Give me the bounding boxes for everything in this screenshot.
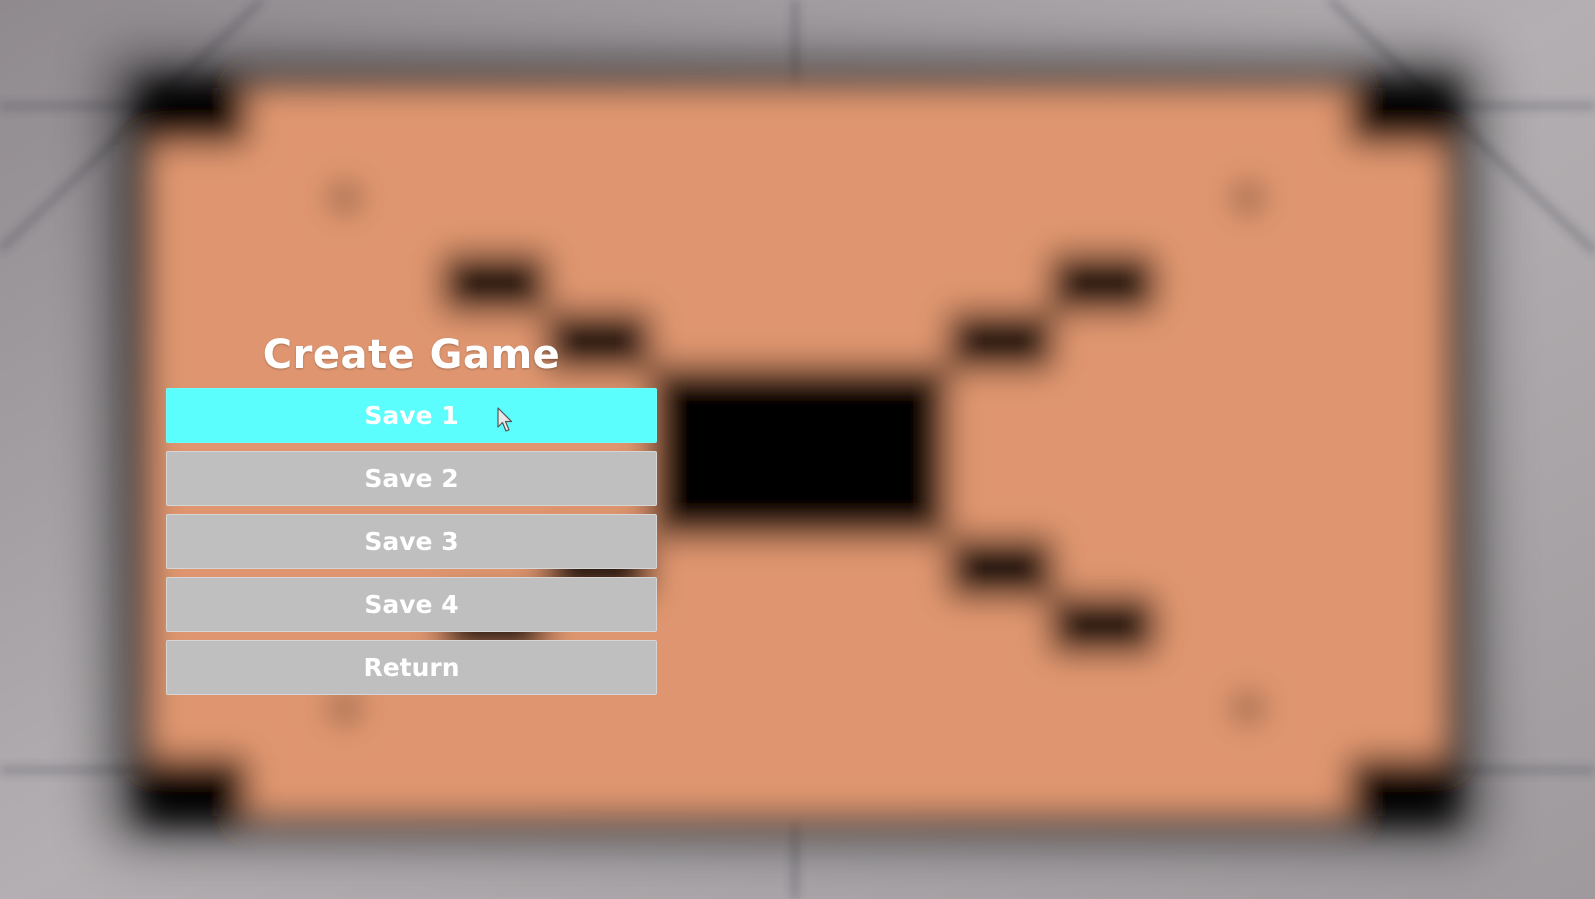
menu-title: Create Game xyxy=(262,332,561,378)
save-2-label: Save 2 xyxy=(364,464,459,493)
save-2-button[interactable]: Save 2 xyxy=(166,451,657,506)
save-4-button[interactable]: Save 4 xyxy=(166,577,657,632)
save-3-label: Save 3 xyxy=(364,527,459,556)
save-1-button[interactable]: Save 1 xyxy=(166,388,657,443)
mouse-pointer-icon xyxy=(497,407,513,432)
create-game-menu: Create Game Save 1 Save 2 Save 3 Save 4 … xyxy=(166,322,657,703)
game-scene: Create Game Save 1 Save 2 Save 3 Save 4 … xyxy=(0,0,1595,899)
return-button[interactable]: Return xyxy=(166,640,657,695)
save-3-button[interactable]: Save 3 xyxy=(166,514,657,569)
save-1-label: Save 1 xyxy=(364,401,459,430)
return-label: Return xyxy=(363,653,460,682)
save-4-label: Save 4 xyxy=(364,590,459,619)
